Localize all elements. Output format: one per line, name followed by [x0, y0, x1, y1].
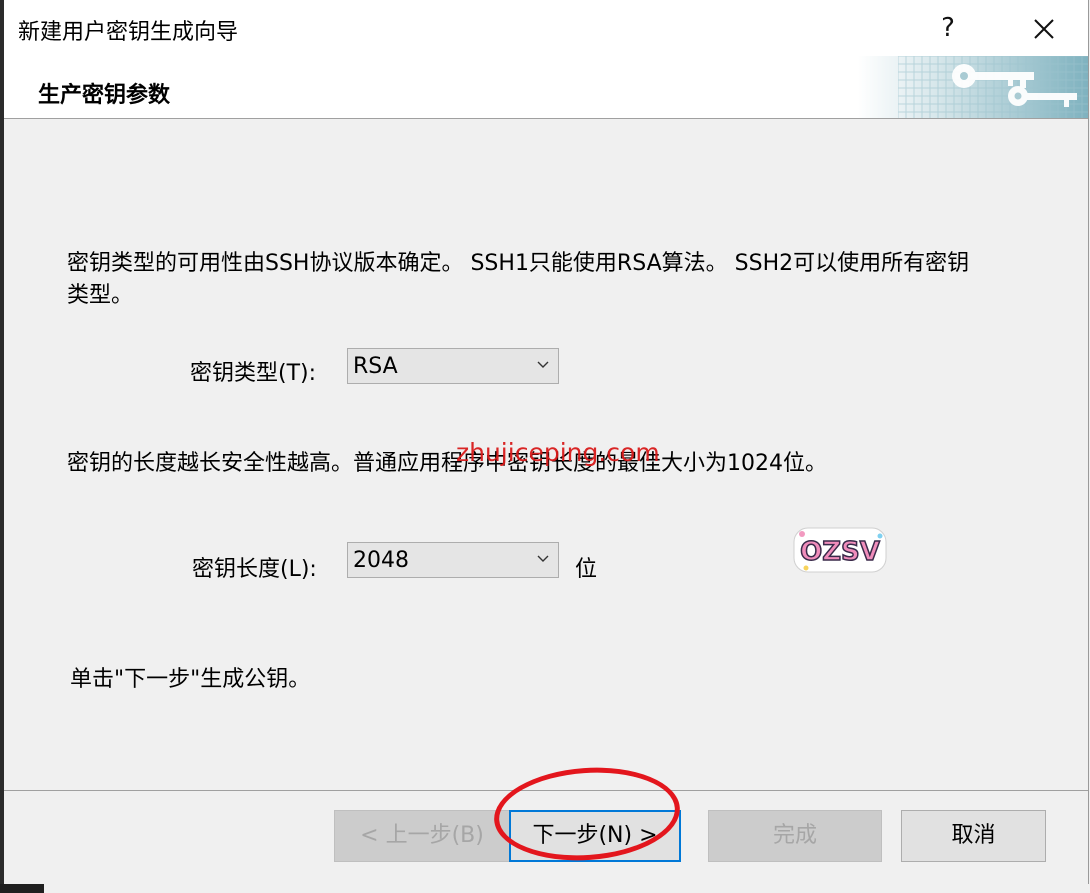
keys-icon — [858, 56, 1088, 118]
sticker-text: OZSV — [800, 537, 880, 567]
key-type-value: RSA — [353, 354, 398, 379]
chevron-down-icon — [537, 555, 549, 562]
background-bottom-edge — [0, 884, 1090, 893]
key-length-value: 2048 — [353, 548, 409, 573]
help-button[interactable]: ? — [918, 0, 978, 56]
key-length-label: 密钥长度(L): — [192, 557, 317, 582]
cancel-button[interactable]: 取消 — [901, 810, 1046, 862]
intro-text-line2: 类型。 — [67, 283, 134, 308]
length-description: 密钥的长度越长安全性越高。普通应用程序中密钥长度的最佳大小为1024位。 — [67, 451, 827, 476]
close-icon — [1034, 18, 1054, 39]
intro-text-line1: 密钥类型的可用性由SSH协议版本确定。 SSH1只能使用RSA算法。 SSH2可… — [67, 251, 970, 276]
finish-button[interactable]: 完成 — [708, 810, 882, 862]
next-step-hint: 单击"下一步"生成公钥。 — [70, 667, 311, 692]
site-watermark: zhujiceping.com — [456, 438, 660, 467]
chevron-down-icon — [537, 361, 549, 368]
close-button[interactable] — [1014, 0, 1074, 56]
ozsv-sticker: OZSV — [790, 524, 890, 576]
title-bar: 新建用户密钥生成向导 ? — [4, 0, 1088, 56]
wizard-dialog: 新建用户密钥生成向导 ? 生产密钥参数 密钥类型的可用性由SSH协议版本确定。 … — [4, 0, 1089, 886]
page-title: 生产密钥参数 — [38, 83, 171, 108]
wizard-header: 生产密钥参数 — [4, 56, 1088, 119]
key-length-unit: 位 — [575, 557, 598, 582]
key-type-select[interactable]: RSA — [347, 348, 559, 384]
window-title: 新建用户密钥生成向导 — [18, 20, 239, 45]
back-button[interactable]: < 上一步(B) — [334, 810, 510, 862]
taskbar-fragment — [0, 884, 44, 893]
key-type-label: 密钥类型(T): — [190, 361, 317, 386]
key-length-select[interactable]: 2048 — [347, 542, 559, 578]
